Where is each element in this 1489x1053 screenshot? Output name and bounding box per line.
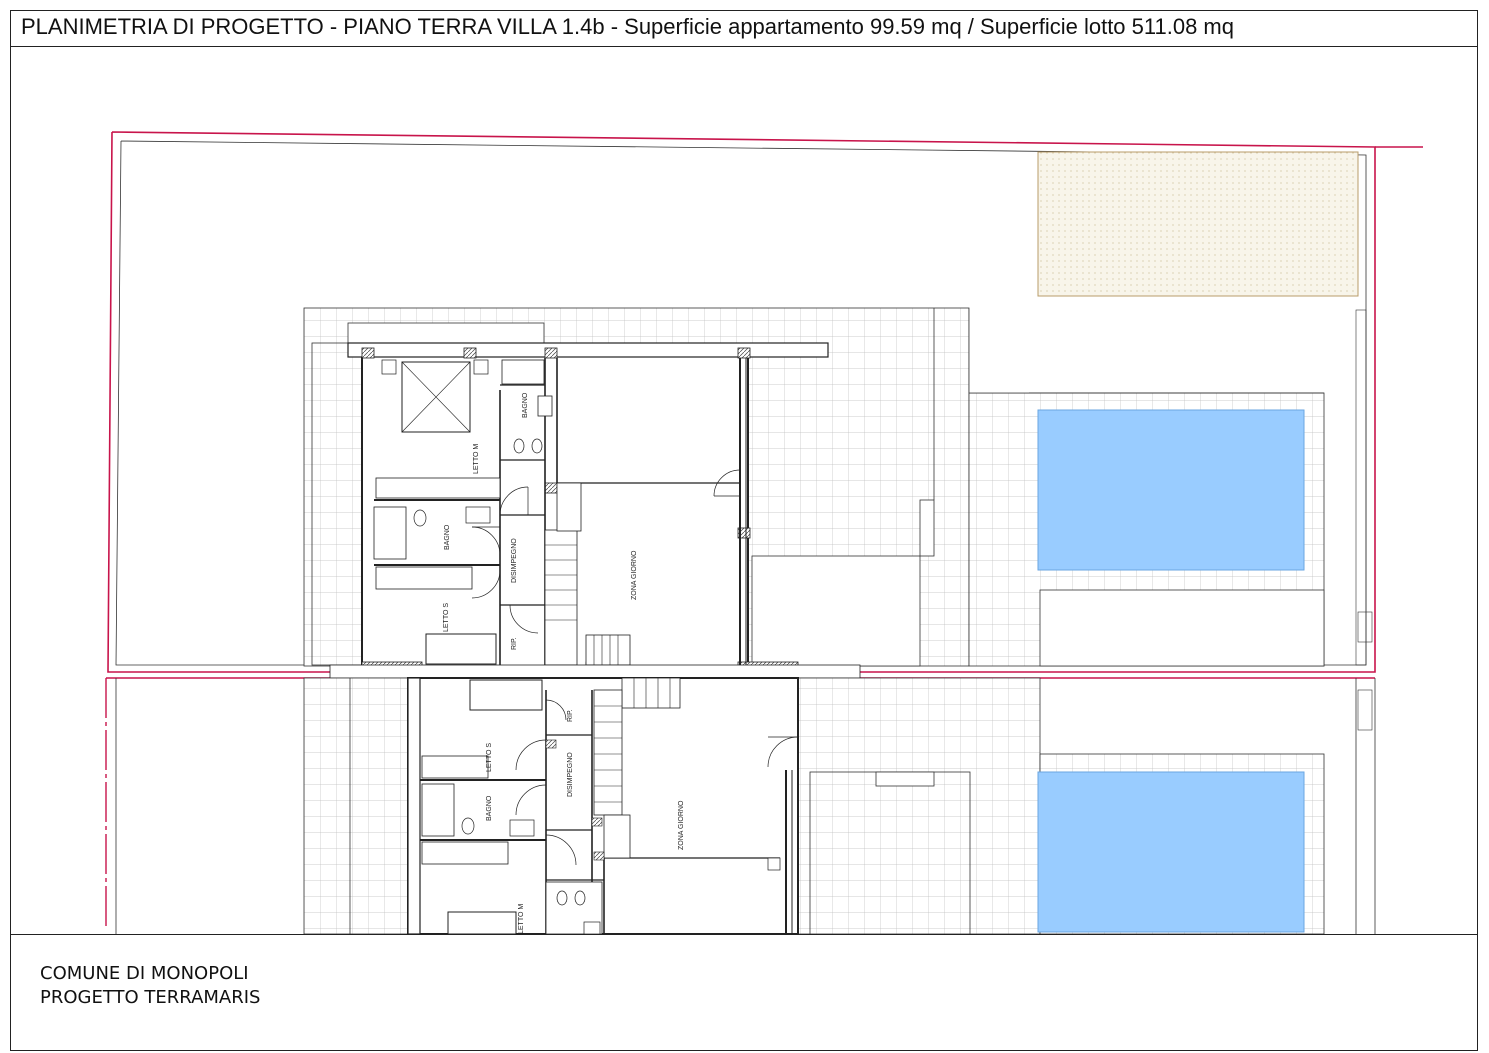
room-label-rip: RIP. — [511, 637, 518, 650]
room-label-bagno-2: BAGNO — [444, 524, 451, 550]
room-label-zona-giorno-lower: ZONA GIORNO — [678, 800, 685, 850]
swimming-pool-upper — [1037, 409, 1305, 571]
room-label-letto-s-lower: LETTO S — [486, 743, 493, 772]
footer-project-name: PROGETTO TERRAMARIS — [40, 987, 261, 1008]
room-label-letto-s: LETTO S — [443, 603, 450, 632]
swimming-pool-lower — [1037, 771, 1305, 933]
room-label-disimpegno-lower: DISIMPEGNO — [567, 752, 574, 797]
garden-area — [1037, 151, 1359, 297]
room-label-rip-lower: RIP. — [567, 709, 574, 722]
footer-municipality: COMUNE DI MONOPOLI — [40, 963, 249, 984]
footer-divider — [10, 934, 1478, 935]
room-label-bagno-lower: BAGNO — [486, 795, 493, 821]
room-label-letto-m-lower: LETTO M — [518, 904, 525, 934]
floor-plan: LETTO M BAGNO BAGNO DISIMPEGNO LETTO S R… — [105, 131, 1423, 934]
room-label-letto-m: LETTO M — [473, 444, 480, 474]
room-label-disimpegno: DISIMPEGNO — [511, 538, 518, 583]
room-label-bagno-1: BAGNO — [522, 392, 529, 418]
lower-house: LETTO S DISIMPEGNO RIP. BAGNO ZONA GIORN… — [407, 677, 799, 934]
room-label-zona-giorno: ZONA GIORNO — [631, 550, 638, 600]
